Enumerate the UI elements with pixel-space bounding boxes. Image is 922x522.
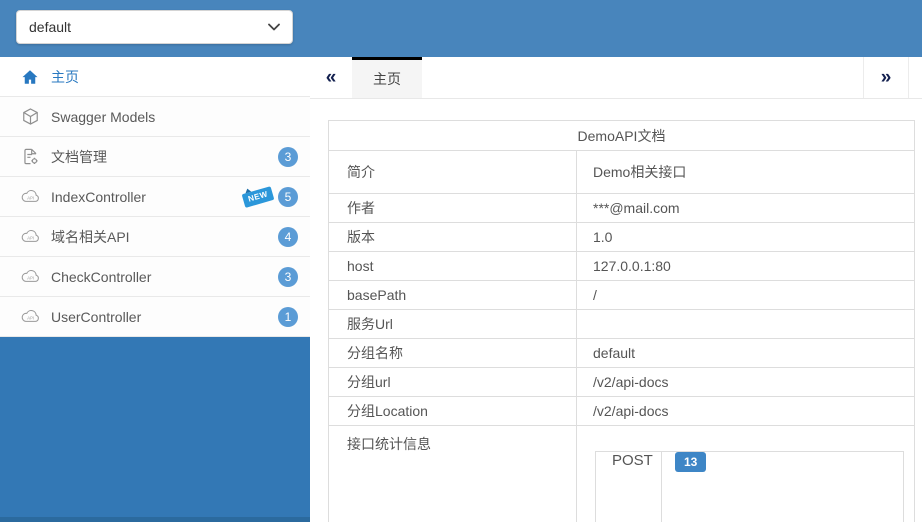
tab-overflow-button[interactable]: » xyxy=(908,57,922,98)
tab-home[interactable]: 主页 xyxy=(352,57,422,98)
cloud-api-icon: API xyxy=(16,188,44,205)
sidebar-item-label: 域名相关API xyxy=(51,227,130,247)
doc-row-label: 服务Url xyxy=(329,310,577,339)
cloud-api-icon: API xyxy=(16,268,44,285)
doc-table-row: 作者***@mail.com xyxy=(329,194,915,223)
content-area: DemoAPI文档 简介Demo相关接口作者***@mail.com版本1.0h… xyxy=(310,99,922,522)
method-name: POST xyxy=(596,452,662,522)
tab-bar-spacer xyxy=(422,57,863,98)
sidebar-item-swagger-models[interactable]: Swagger Models xyxy=(0,97,310,137)
sidebar-item-label: UserController xyxy=(51,309,141,325)
stats-row-label: 接口统计信息 xyxy=(329,426,577,522)
doc-row-label: 分组Location xyxy=(329,397,577,426)
sidebar-item-label: 文档管理 xyxy=(51,147,107,167)
doc-table-row: host127.0.0.1:80 xyxy=(329,252,915,281)
count-badge: 3 xyxy=(278,147,298,167)
doc-table-row: 分组url/v2/api-docs xyxy=(329,368,915,397)
sidebar-item-home[interactable]: 主页 xyxy=(0,57,310,97)
doc-table-row: 服务Url xyxy=(329,310,915,339)
cube-icon xyxy=(16,107,44,126)
home-icon xyxy=(16,68,44,86)
sidebar: 主页 Swagger Models 文档管理 3 API IndexController… xyxy=(0,57,310,522)
doc-row-label: 简介 xyxy=(329,151,577,194)
chevron-down-icon xyxy=(268,23,280,31)
sidebar-item-badges: NEW5 xyxy=(243,187,298,207)
api-doc-table: DemoAPI文档 简介Demo相关接口作者***@mail.com版本1.0h… xyxy=(328,120,915,522)
main-area: « 主页 » » DemoAPI文档 简介Demo相关接口作者***@mail.… xyxy=(310,57,922,522)
tab-scroll-right-button[interactable]: » xyxy=(863,57,908,98)
tab-scroll-left-button[interactable]: « xyxy=(310,57,352,98)
doc-row-value: ***@mail.com xyxy=(577,194,915,223)
doc-row-label: 版本 xyxy=(329,223,577,252)
count-badge: 1 xyxy=(278,307,298,327)
method-stats-table: POST 13 xyxy=(595,451,904,522)
svg-text:API: API xyxy=(27,316,34,321)
stats-row-value: POST 13 xyxy=(577,426,915,522)
sidebar-item-label: IndexController xyxy=(51,189,146,205)
doc-row-label: 分组名称 xyxy=(329,339,577,368)
tab-bar: « 主页 » » xyxy=(310,57,922,99)
doc-row-value: /v2/api-docs xyxy=(577,368,915,397)
sidebar-bottom-strip xyxy=(0,517,310,522)
doc-row-value: Demo相关接口 xyxy=(577,151,915,194)
sidebar-item-label: Swagger Models xyxy=(51,109,155,125)
doc-table-stats-row: 接口统计信息 POST 13 xyxy=(329,426,915,522)
doc-row-value xyxy=(577,310,915,339)
doc-table-row: 简介Demo相关接口 xyxy=(329,151,915,194)
sidebar-item-check-controller[interactable]: API CheckController 3 xyxy=(0,257,310,297)
method-count-badge: 13 xyxy=(675,452,706,472)
sidebar-item-badges: 3 xyxy=(278,267,298,287)
doc-row-label: basePath xyxy=(329,281,577,310)
cloud-api-icon: API xyxy=(16,308,44,325)
sidebar-item-label: 主页 xyxy=(51,67,79,87)
doc-table-row: 版本1.0 xyxy=(329,223,915,252)
svg-text:API: API xyxy=(27,236,34,241)
doc-row-label: host xyxy=(329,252,577,281)
cloud-api-icon: API xyxy=(16,228,44,245)
doc-table-title: DemoAPI文档 xyxy=(329,121,915,151)
group-select[interactable]: default xyxy=(16,10,293,44)
count-badge: 5 xyxy=(278,187,298,207)
doc-row-value: /v2/api-docs xyxy=(577,397,915,426)
svg-text:API: API xyxy=(27,276,34,281)
sidebar-filler xyxy=(0,337,310,517)
sidebar-item-user-controller[interactable]: API UserController 1 xyxy=(0,297,310,337)
sidebar-item-index-controller[interactable]: API IndexController NEW5 xyxy=(0,177,310,217)
sidebar-item-label: CheckController xyxy=(51,269,151,285)
doc-table-row: 分组名称default xyxy=(329,339,915,368)
doc-table-row: 分组Location/v2/api-docs xyxy=(329,397,915,426)
doc-row-label: 作者 xyxy=(329,194,577,223)
top-header: default xyxy=(0,0,922,57)
sidebar-item-doc-manage[interactable]: 文档管理 3 xyxy=(0,137,310,177)
doc-table-row: basePath/ xyxy=(329,281,915,310)
doc-row-value: 127.0.0.1:80 xyxy=(577,252,915,281)
doc-table-title-row: DemoAPI文档 xyxy=(329,121,915,151)
doc-row-label: 分组url xyxy=(329,368,577,397)
sidebar-item-badges: 3 xyxy=(278,147,298,167)
method-stats-row: POST 13 xyxy=(596,452,904,522)
group-select-value: default xyxy=(29,19,71,35)
method-count-cell: 13 xyxy=(662,452,904,522)
new-tag: NEW xyxy=(241,186,274,208)
doc-gear-icon xyxy=(16,147,44,166)
doc-row-value: default xyxy=(577,339,915,368)
sidebar-item-badges: 1 xyxy=(278,307,298,327)
sidebar-menu: Swagger Models 文档管理 3 API IndexController NEW… xyxy=(0,97,310,337)
sidebar-item-domain-api[interactable]: API 域名相关API 4 xyxy=(0,217,310,257)
doc-row-value: / xyxy=(577,281,915,310)
svg-text:API: API xyxy=(27,196,34,201)
count-badge: 3 xyxy=(278,267,298,287)
sidebar-item-badges: 4 xyxy=(278,227,298,247)
count-badge: 4 xyxy=(278,227,298,247)
doc-row-value: 1.0 xyxy=(577,223,915,252)
